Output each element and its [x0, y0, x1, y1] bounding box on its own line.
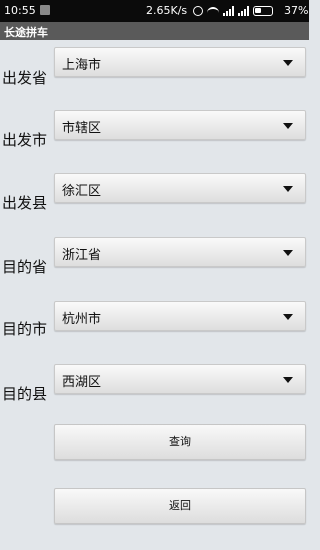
departure-province-select[interactable]: 上海市 — [54, 47, 306, 77]
status-icons — [193, 3, 273, 19]
signal-icon-secondary — [238, 6, 249, 16]
label-departure-province: 出发省 — [2, 69, 48, 87]
departure-county-select[interactable]: 徐汇区 — [54, 173, 306, 203]
dropdown-arrow-icon — [283, 186, 293, 192]
status-time: 10:55 — [4, 4, 36, 17]
network-speed: 2.65K/s — [146, 4, 188, 17]
battery-icon — [253, 6, 273, 16]
back-button[interactable]: 返回 — [54, 488, 306, 524]
dropdown-arrow-icon — [283, 60, 293, 66]
label-destination-county: 目的县 — [2, 385, 48, 403]
departure-city-value: 市辖区 — [62, 121, 102, 136]
dropdown-arrow-icon — [283, 123, 293, 129]
departure-county-value: 徐汇区 — [62, 184, 102, 199]
dropdown-arrow-icon — [283, 314, 293, 320]
label-departure-county: 出发县 — [2, 194, 48, 212]
alarm-icon — [193, 6, 203, 16]
status-bar: 10:55 2.65K/s 37% — [0, 0, 309, 22]
label-destination-city: 目的市 — [2, 320, 48, 338]
departure-province-value: 上海市 — [62, 58, 102, 73]
battery-percent: 37% — [284, 4, 309, 17]
destination-city-select[interactable]: 杭州市 — [54, 301, 306, 331]
label-destination-province: 目的省 — [2, 258, 48, 276]
destination-province-select[interactable]: 浙江省 — [54, 237, 306, 267]
notification-icon — [40, 5, 50, 15]
signal-icon — [223, 6, 234, 16]
departure-city-select[interactable]: 市辖区 — [54, 110, 306, 140]
dropdown-arrow-icon — [283, 250, 293, 256]
destination-city-value: 杭州市 — [62, 312, 102, 327]
title-bar: 长途拼车 — [0, 22, 309, 40]
destination-county-select[interactable]: 西湖区 — [54, 364, 306, 394]
label-departure-city: 出发市 — [2, 131, 48, 149]
app-title: 长途拼车 — [4, 26, 48, 39]
wifi-icon — [207, 7, 219, 15]
query-button[interactable]: 查询 — [54, 424, 306, 460]
dropdown-arrow-icon — [283, 377, 293, 383]
destination-province-value: 浙江省 — [62, 248, 102, 263]
destination-county-value: 西湖区 — [62, 375, 102, 390]
